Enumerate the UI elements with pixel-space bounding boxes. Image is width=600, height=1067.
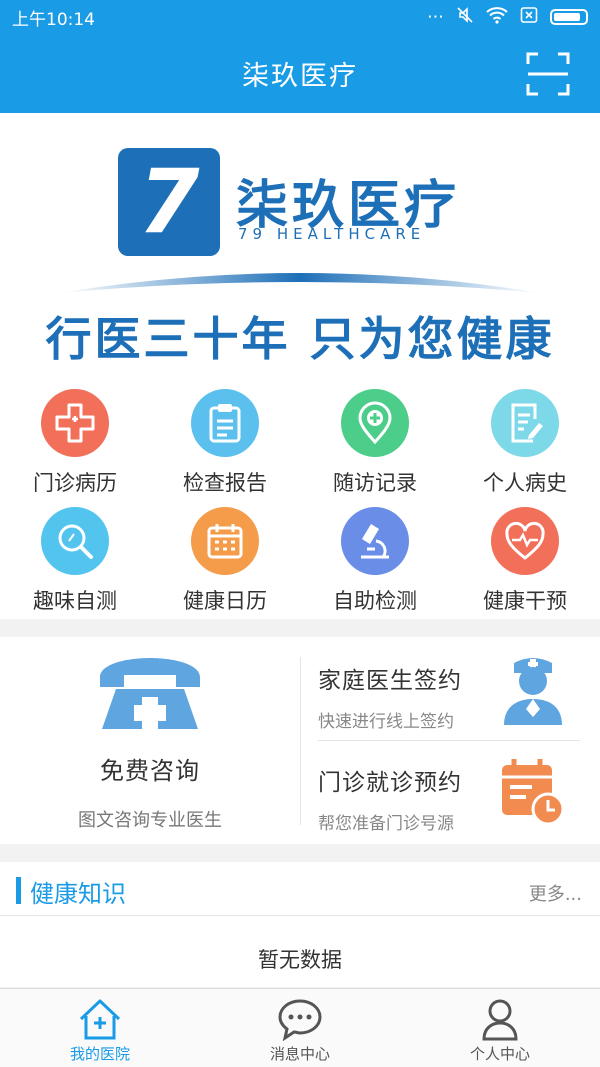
hospital-cross-icon xyxy=(41,389,109,457)
home-hospital-icon xyxy=(79,999,121,1040)
grid-item-label: 个人病史 xyxy=(483,471,567,495)
calendar-clock-icon xyxy=(502,759,565,826)
section-header: 健康知识 更多... xyxy=(0,862,600,916)
family-doctor-button[interactable]: 家庭医生签约 快速进行线上签约 xyxy=(318,651,580,741)
tab-label: 个人中心 xyxy=(469,1045,530,1063)
grid-item-self-test[interactable]: 趣味自测 xyxy=(0,501,150,619)
grid-item-label: 自助检测 xyxy=(333,589,417,613)
grid-item-self-check[interactable]: 自助检测 xyxy=(300,501,450,619)
grid-item-label: 检查报告 xyxy=(183,471,267,495)
section-title: 健康知识 xyxy=(30,880,126,908)
mute-icon xyxy=(456,6,474,29)
health-knowledge-section: 健康知识 更多... 暂无数据 xyxy=(0,862,600,987)
banner-slogan: 行医三十年 只为您健康 xyxy=(45,312,555,366)
bottom-tab-bar: 我的医院 消息中心 个人中心 xyxy=(0,988,600,1067)
telephone-icon xyxy=(100,658,200,729)
battery-icon xyxy=(550,9,588,25)
grid-item-label: 门诊病历 xyxy=(33,471,117,495)
heart-pulse-icon xyxy=(491,507,559,575)
logo-mark: 7 xyxy=(118,148,220,256)
grid-item-health-intervention[interactable]: 健康干预 xyxy=(450,501,600,619)
tab-personal-center[interactable]: 个人中心 xyxy=(400,989,600,1067)
grid-item-label: 健康日历 xyxy=(183,589,267,613)
tab-label: 我的医院 xyxy=(69,1045,130,1063)
scan-icon[interactable] xyxy=(526,52,570,96)
tab-my-hospital[interactable]: 我的医院 xyxy=(0,989,200,1067)
free-consult-button[interactable]: 免费咨询 图文咨询专业医生 xyxy=(0,637,300,844)
status-icons: ⋯ xyxy=(427,6,588,29)
appointment-title: 门诊就诊预约 xyxy=(318,770,462,796)
feature-grid: 门诊病历 检查报告 随访记录 个人病史 趣味自测 健康日历 自助检测 健康干预 xyxy=(0,383,600,619)
calendar-icon xyxy=(191,507,259,575)
grid-item-exam-report[interactable]: 检查报告 xyxy=(150,383,300,501)
banner[interactable]: 7 柒玖医疗 79 HEALTHCARE 行医三十年 只为您健康 xyxy=(0,113,600,383)
tab-message-center[interactable]: 消息中心 xyxy=(200,989,400,1067)
person-icon xyxy=(482,999,518,1041)
grid-item-label: 趣味自测 xyxy=(33,589,117,613)
wifi-icon xyxy=(486,6,508,29)
grid-item-outpatient-record[interactable]: 门诊病历 xyxy=(0,383,150,501)
free-consult-title: 免费咨询 xyxy=(100,757,200,785)
section-accent-bar xyxy=(16,877,21,904)
tab-label: 消息中心 xyxy=(269,1045,330,1063)
grid-item-label: 健康干预 xyxy=(483,589,567,613)
empty-state-text: 暂无数据 xyxy=(258,948,342,972)
no-sim-icon xyxy=(520,6,538,29)
appointment-button[interactable]: 门诊就诊预约 帮您准备门诊号源 xyxy=(318,753,580,843)
grid-item-medical-history[interactable]: 个人病史 xyxy=(450,383,600,501)
logo-text-en: 79 HEALTHCARE xyxy=(238,225,426,243)
service-card: 免费咨询 图文咨询专业医生 家庭医生签约 快速进行线上签约 门诊就诊预约 帮您准… xyxy=(0,637,600,844)
status-bar: 上午10:14 ⋯ xyxy=(0,0,600,34)
divider xyxy=(300,657,301,825)
appointment-subtitle: 帮您准备门诊号源 xyxy=(318,814,454,834)
status-time: 上午10:14 xyxy=(12,9,95,30)
document-edit-icon xyxy=(491,389,559,457)
doctor-icon xyxy=(504,658,562,725)
more-dots-icon: ⋯ xyxy=(427,7,444,27)
free-consult-subtitle: 图文咨询专业医生 xyxy=(78,810,222,831)
family-doctor-subtitle: 快速进行线上签约 xyxy=(318,712,454,732)
microscope-icon xyxy=(341,507,409,575)
grid-item-followup-record[interactable]: 随访记录 xyxy=(300,383,450,501)
page-title: 柒玖医疗 xyxy=(242,61,358,92)
top-bar: 上午10:14 ⋯ 柒玖医疗 xyxy=(0,0,600,113)
magnifier-icon xyxy=(41,507,109,575)
location-cross-icon xyxy=(341,389,409,457)
chat-bubble-icon xyxy=(278,999,322,1041)
header: 柒玖医疗 xyxy=(0,34,600,113)
clipboard-icon xyxy=(191,389,259,457)
grid-item-label: 随访记录 xyxy=(333,471,417,495)
family-doctor-title: 家庭医生签约 xyxy=(318,668,462,694)
more-link[interactable]: 更多... xyxy=(529,880,582,906)
grid-item-health-calendar[interactable]: 健康日历 xyxy=(150,501,300,619)
